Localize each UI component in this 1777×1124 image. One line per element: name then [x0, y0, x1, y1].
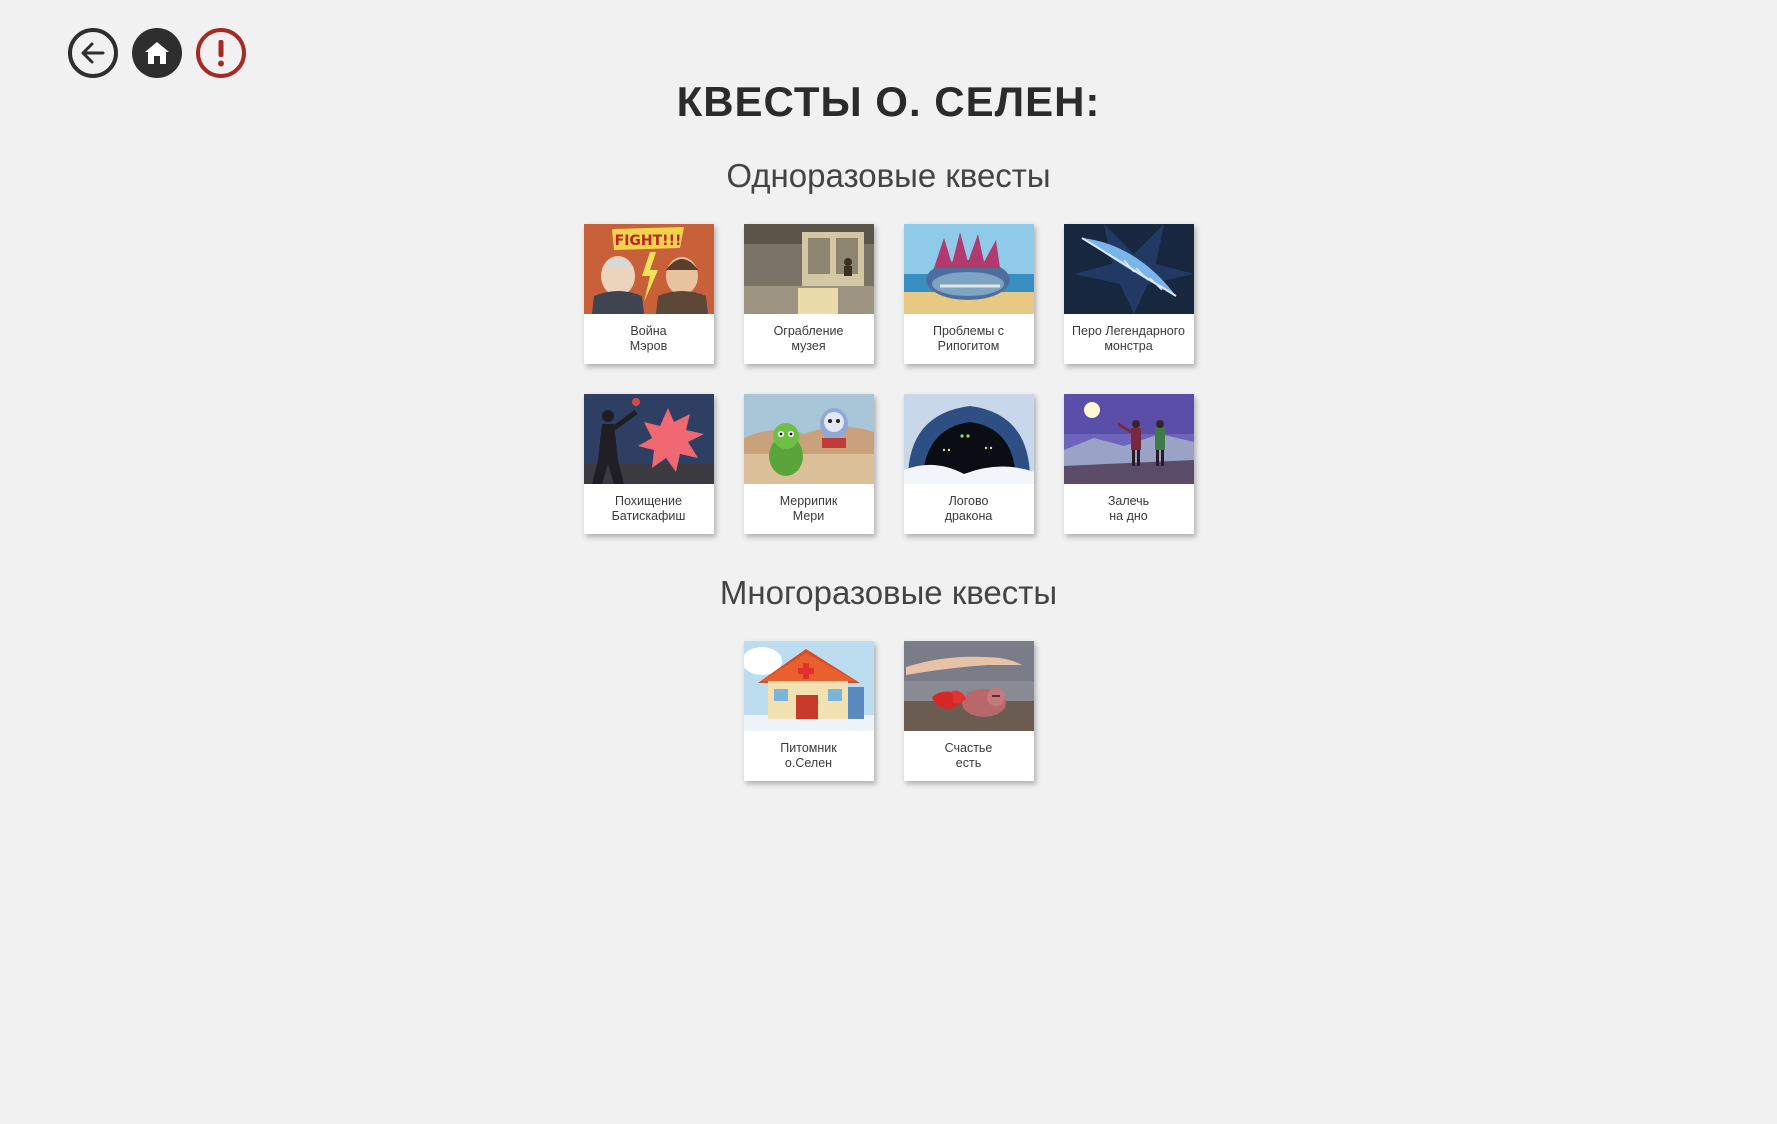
exclamation-icon	[218, 40, 224, 67]
home-icon	[145, 42, 169, 64]
back-button[interactable]	[68, 28, 118, 78]
quest-label-line-2: Мери	[792, 509, 825, 523]
quest-label-line-1: Похищение	[615, 494, 682, 508]
section-title-one-time: Одноразовые квесты	[726, 157, 1051, 194]
quest-label-line-2: Мэров	[629, 339, 668, 353]
quest-card-bathyscafish-abduction[interactable]: Похищение Батискафиш	[583, 394, 714, 534]
quest-card-museum-robbery[interactable]: Ограбление музея	[743, 224, 874, 364]
quest-label-line-1: Логово	[948, 494, 989, 508]
quest-label-line-1: Перо Легендарного	[1072, 324, 1185, 338]
quest-thumbnail	[903, 224, 1034, 314]
quest-label: Ограбление музея	[744, 314, 874, 364]
quest-label-line-2: музея	[791, 339, 826, 353]
quest-card-happiness[interactable]: Счастье есть	[903, 641, 1034, 781]
quest-label: Похищение Батискафиш	[584, 484, 714, 534]
quest-thumbnail	[903, 394, 1034, 484]
quest-label: Питомник о.Селен	[744, 731, 874, 781]
quest-label: Перо Легендарного монстра	[1064, 314, 1194, 364]
one-time-quests-row-2: Похищение Батискафиш Меррипик Мери Логов…	[0, 394, 1777, 534]
reusable-quests-row: Питомник о.Селен Счастье есть	[0, 641, 1777, 781]
quest-label-line-2: монстра	[1104, 339, 1153, 353]
section-title-reusable: Многоразовые квесты	[719, 574, 1058, 611]
quest-label: Счастье есть	[904, 731, 1034, 781]
quest-thumbnail	[743, 224, 874, 314]
quest-label-line-1: Ограбление	[773, 324, 844, 338]
quest-card-legendary-feather[interactable]: Перо Легендарного монстра	[1063, 224, 1194, 364]
quest-label: Залечь на дно	[1064, 484, 1194, 534]
quest-label-line-2: на дно	[1109, 509, 1148, 523]
home-button[interactable]	[132, 28, 182, 78]
report-button[interactable]	[196, 28, 246, 78]
quest-thumbnail	[743, 394, 874, 484]
quest-label-line-2: дракона	[944, 509, 993, 523]
quest-label-line-1: Счастье	[944, 741, 993, 755]
quest-thumbnail	[583, 394, 714, 484]
quest-label: Война Мэров	[584, 314, 714, 364]
quest-label-line-1: Залечь	[1107, 494, 1150, 508]
quest-thumbnail: FIGHT!!!	[583, 224, 714, 314]
quest-label-line-1: Меррипик	[779, 494, 838, 508]
quest-thumbnail	[743, 641, 874, 731]
svg-text:FIGHT!!!: FIGHT!!!	[614, 233, 681, 249]
top-navigation	[68, 28, 246, 78]
quest-card-mayors-war[interactable]: FIGHT!!! Война Мэров	[583, 224, 714, 364]
quest-card-ripogit-problems[interactable]: Проблемы с Рипогитом	[903, 224, 1034, 364]
quest-label: Проблемы с Рипогитом	[904, 314, 1034, 364]
quest-thumbnail	[1063, 394, 1194, 484]
one-time-quests-row-1: FIGHT!!! Война Мэров Ограбление музея Пр…	[0, 224, 1777, 364]
quest-card-selen-nursery[interactable]: Питомник о.Селен	[743, 641, 874, 781]
quest-label-line-2: о.Селен	[784, 756, 833, 770]
page-title: КВЕСТЫ О. СЕЛЕН:	[676, 78, 1101, 125]
quest-label-line-2: Батискафиш	[611, 509, 686, 523]
quest-thumbnail	[903, 641, 1034, 731]
quest-label-line-1: Война	[630, 324, 667, 338]
quest-label-line-1: Проблемы с	[932, 324, 1005, 338]
quest-label: Логово дракона	[904, 484, 1034, 534]
quest-label-line-2: есть	[955, 756, 982, 770]
quest-card-dragon-lair[interactable]: Логово дракона	[903, 394, 1034, 534]
arrow-left-icon	[81, 42, 105, 64]
quest-label: Меррипик Мери	[744, 484, 874, 534]
quest-card-merripik-meri[interactable]: Меррипик Мери	[743, 394, 874, 534]
quest-card-lie-low[interactable]: Залечь на дно	[1063, 394, 1194, 534]
quest-label-line-1: Питомник	[780, 741, 837, 755]
quest-label-line-2: Рипогитом	[937, 339, 1000, 353]
quest-thumbnail	[1063, 224, 1194, 314]
